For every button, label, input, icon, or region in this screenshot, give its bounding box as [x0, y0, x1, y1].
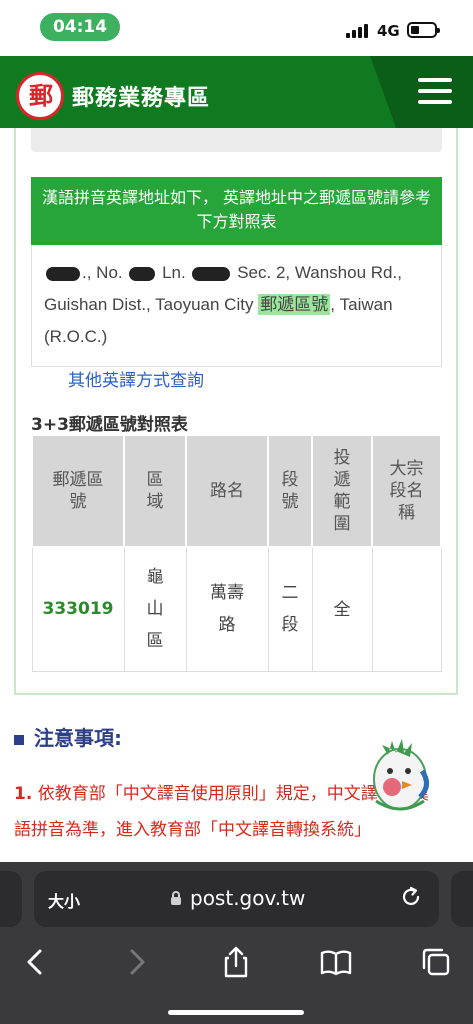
browser-toolbar: 大小 post.gov.tw — [0, 862, 473, 1024]
header-road: 路名 — [185, 434, 269, 548]
square-bullet-icon — [14, 734, 24, 745]
site-title[interactable]: 郵務業務專區 — [72, 80, 210, 112]
notice-banner: 漢語拼音英譯地址如下， 英譯地址中之郵遞區號請參考下方對照表 — [31, 177, 442, 245]
forward-icon[interactable] — [118, 944, 154, 980]
lock-icon — [171, 891, 181, 905]
share-icon[interactable] — [218, 944, 254, 980]
bookmarks-icon[interactable] — [318, 944, 354, 980]
status-time: 04:14 — [40, 13, 120, 41]
header-section: 段號 — [267, 434, 313, 548]
main-content: 漢語拼音英譯地址如下， 英譯地址中之郵遞區號請參考下方對照表 ., No. Ln… — [0, 128, 473, 863]
previous-tab-peek[interactable] — [0, 871, 22, 927]
url-text[interactable]: post.gov.tw — [190, 886, 305, 910]
notes-heading: 注意事項: — [14, 722, 122, 751]
hamburger-menu-icon[interactable] — [418, 78, 452, 104]
logo-mark: 郵 — [29, 82, 53, 110]
section-cell: 二段 — [267, 546, 313, 672]
bulk-cell — [371, 546, 442, 672]
mascot-bird-icon[interactable] — [362, 731, 434, 817]
site-header: 郵 郵務業務專區 — [0, 56, 473, 128]
text-size-button[interactable]: 大小 — [48, 888, 80, 912]
redacted-mark — [192, 266, 231, 281]
network-type: 4G — [377, 22, 400, 40]
status-bar: 04:14 4G — [0, 0, 473, 56]
back-icon[interactable] — [18, 944, 54, 980]
range-cell: 全 — [311, 546, 373, 672]
road-cell: 萬壽路 — [185, 546, 269, 672]
zip-table: 郵遞區號 區域 路名 段號 投遞範圍 大宗段名稱 333019 龜山區 萬壽路 … — [31, 434, 442, 672]
english-address: ., No. Ln. Sec. 2, Wanshou Rd., Guishan … — [31, 245, 442, 367]
redacted-mark — [129, 266, 156, 281]
redacted-mark — [46, 266, 80, 281]
header-bulk: 大宗段名稱 — [371, 434, 442, 548]
tabs-icon[interactable] — [418, 944, 454, 980]
table-header-row: 郵遞區號 區域 路名 段號 投遞範圍 大宗段名稱 — [31, 434, 442, 548]
header-range: 投遞範圍 — [311, 434, 373, 548]
battery-icon — [407, 22, 440, 38]
next-tab-peek[interactable] — [451, 871, 473, 927]
grey-strip — [31, 128, 442, 152]
reload-icon[interactable] — [400, 886, 422, 908]
header-zip: 郵遞區號 — [31, 434, 125, 548]
zip-placeholder: 郵遞區號 — [258, 294, 331, 315]
other-methods-link[interactable]: 其他英譯方式查詢 — [68, 366, 204, 391]
post-logo[interactable]: 郵 — [16, 72, 64, 120]
browser-nav — [0, 938, 473, 988]
area-cell: 龜山區 — [123, 546, 187, 672]
page: 04:14 4G 郵 郵務業務專區 漢語拼音英譯地址如下， 英譯地址中之郵遞區號… — [0, 0, 473, 1024]
header-area: 區域 — [123, 434, 187, 548]
signal-icon — [346, 24, 370, 38]
zip-table-title: 3+3郵遞區號對照表 — [31, 415, 188, 435]
table-row: 333019 龜山區 萬壽路 二段 全 — [31, 546, 442, 672]
home-indicator — [168, 1010, 304, 1015]
address-bar[interactable]: 大小 post.gov.tw — [34, 871, 439, 927]
zip-code-cell: 333019 — [31, 546, 125, 672]
